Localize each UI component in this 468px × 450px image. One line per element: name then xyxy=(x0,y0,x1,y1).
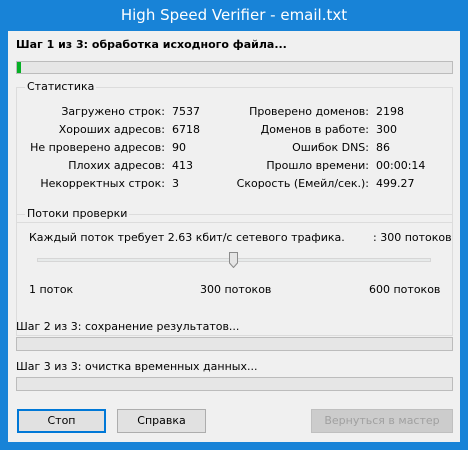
speed-label: Скорость (Емейл/сек.): xyxy=(236,177,369,190)
stats-group: Статистика Загружено строк: 7537 Хороших… xyxy=(16,80,453,223)
threads-max-label: 600 потоков xyxy=(369,283,441,296)
step1-progress-bar xyxy=(16,61,453,74)
dns-errors-label: Ошибок DNS: xyxy=(292,141,369,154)
step1-progress-fill xyxy=(17,62,22,73)
stop-button[interactable]: Стоп xyxy=(17,409,106,433)
threads-slider-thumb[interactable] xyxy=(229,252,239,268)
dialog-body: Шаг 1 из 3: обработка исходного файла...… xyxy=(8,31,460,442)
back-to-wizard-button[interactable]: Вернуться в мастер xyxy=(311,409,453,433)
threads-mid-label: 300 потоков xyxy=(200,283,272,296)
app-window: High Speed Verifier - email.txt Шаг 1 из… xyxy=(0,0,468,450)
thread-traffic-description: Каждый поток требует 2.63 кбит/с сетевог… xyxy=(29,231,345,244)
good-addresses-label: Хороших адресов: xyxy=(58,123,165,136)
checked-domains-value: 2198 xyxy=(376,105,404,118)
threads-group-title: Потоки проверки xyxy=(25,207,130,220)
dns-errors-value: 86 xyxy=(376,141,390,154)
speed-value: 499.27 xyxy=(376,177,415,190)
elapsed-time-label: Прошло времени: xyxy=(266,159,369,172)
bad-addresses-value: 413 xyxy=(172,159,193,172)
threads-group: Потоки проверки Каждый поток требует 2.6… xyxy=(16,207,453,336)
step1-title: Шаг 1 из 3: обработка исходного файла... xyxy=(16,38,287,51)
domains-in-work-value: 300 xyxy=(376,123,397,136)
domains-in-work-label: Доменов в работе: xyxy=(260,123,369,136)
invalid-lines-label: Некорректных строк: xyxy=(40,177,165,190)
loaded-lines-label: Загружено строк: xyxy=(61,105,165,118)
help-button[interactable]: Справка xyxy=(117,409,206,433)
checked-domains-label: Проверено доменов: xyxy=(249,105,369,118)
window-title: High Speed Verifier - email.txt xyxy=(0,0,468,31)
step3-progress-bar xyxy=(16,377,453,391)
threads-min-label: 1 поток xyxy=(29,283,74,296)
loaded-lines-value: 7537 xyxy=(172,105,200,118)
invalid-lines-value: 3 xyxy=(172,177,179,190)
stats-group-title: Статистика xyxy=(25,80,97,93)
bad-addresses-label: Плохих адресов: xyxy=(68,159,165,172)
step3-title: Шаг 3 из 3: очистка временных данных... xyxy=(16,360,258,373)
good-addresses-value: 6718 xyxy=(172,123,200,136)
unchecked-addresses-label: Не проверено адресов: xyxy=(30,141,165,154)
step2-progress-bar xyxy=(16,337,453,351)
elapsed-time-value: 00:00:14 xyxy=(376,159,426,172)
unchecked-addresses-value: 90 xyxy=(172,141,186,154)
step2-title: Шаг 2 из 3: сохранение результатов... xyxy=(16,320,240,333)
current-thread-count: : 300 потоков xyxy=(373,231,452,244)
